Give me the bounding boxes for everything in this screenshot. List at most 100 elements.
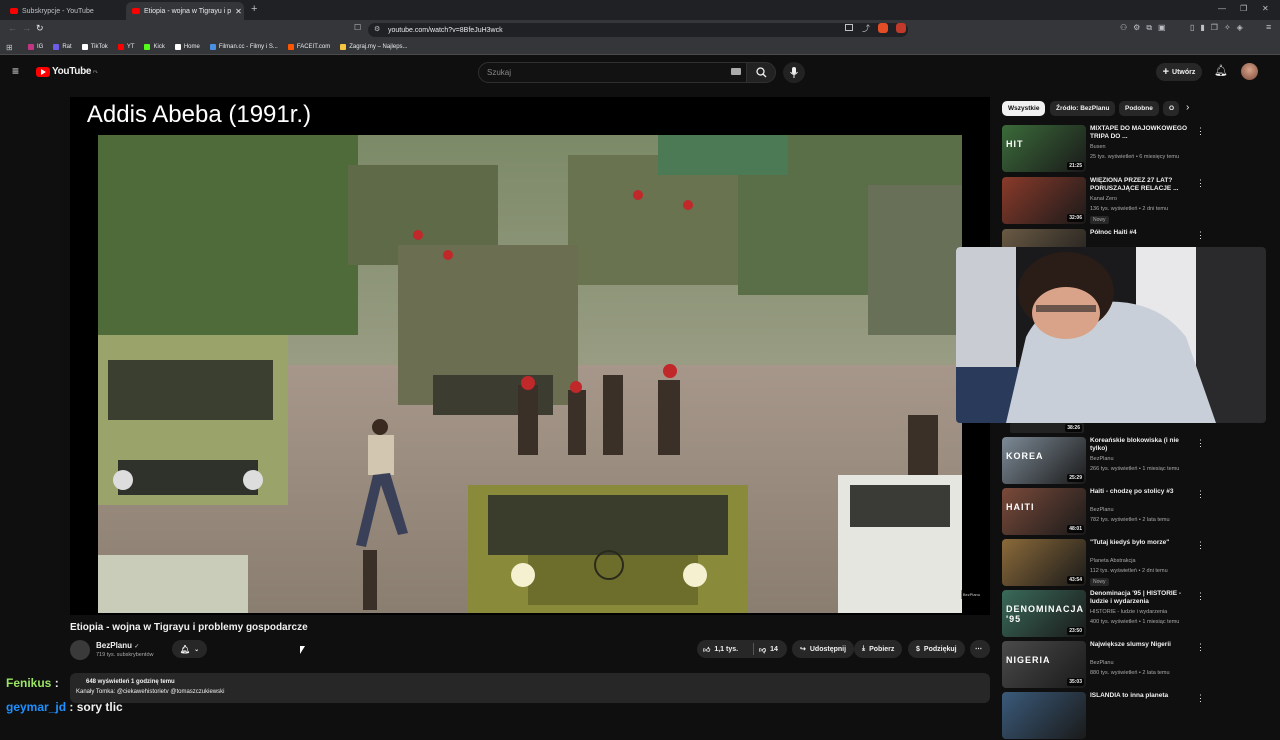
search-icon [755, 67, 766, 78]
chevron-right-icon[interactable]: › [1186, 102, 1189, 113]
bookmark-filman[interactable]: Filman.cc - Filmy i S... [209, 44, 278, 50]
recommendation-title[interactable]: Denominacja '95 | HISTORIE - ludzie i wy… [1090, 590, 1195, 606]
recommendation-channel[interactable]: BezPlanu [1090, 507, 1114, 513]
search-input[interactable]: Szukaj [478, 62, 774, 83]
reload-icon[interactable]: ↻ [36, 23, 44, 34]
youtube-logo[interactable]: YouTube PL [36, 66, 98, 77]
recommendation-title[interactable]: Największe slumsy Nigerii [1090, 641, 1195, 649]
close-tab-icon[interactable]: ✕ [235, 7, 242, 16]
restore-icon[interactable]: ❐ [1240, 4, 1247, 13]
thumbnail-text: NIGERIA [1006, 655, 1051, 665]
recommendation-thumbnail[interactable]: HAITI 48:01 [1002, 488, 1086, 535]
more-vertical-icon[interactable]: ⋮ [1196, 539, 1205, 551]
minimize-icon[interactable]: — [1218, 4, 1226, 13]
create-button[interactable]: + Utwórz [1156, 63, 1202, 81]
dislike-button[interactable]: 👎︎ 14 [755, 640, 787, 658]
recommendation-channel[interactable]: HISTORIE - ludzie i wydarzenia [1090, 609, 1167, 615]
bookmark-yt[interactable]: YT [117, 44, 134, 50]
recommendation-channel[interactable]: Planeta Abstrakcja [1090, 558, 1136, 564]
recommendation-item[interactable]: DENOMINACJA '95 23:50 Denominacja '95 | HI… [1002, 590, 1212, 638]
tab-subscriptions[interactable]: Subskrypcje - YouTube [4, 2, 122, 20]
recommendation-meta: 25 tys. wyświetleń • 6 miesięcy temu [1090, 154, 1180, 160]
more-vertical-icon[interactable]: ⋮ [1196, 692, 1205, 704]
channel-name[interactable]: BezPlanu ✓ [96, 641, 139, 650]
notifications-bell-icon[interactable]: 🔔︎ [1214, 64, 1228, 77]
recommendation-thumbnail[interactable]: 32:06 [1002, 177, 1086, 224]
bookmark-kick[interactable]: Kick [144, 44, 165, 50]
thanks-button[interactable]: $ Podziękuj [908, 640, 965, 658]
search-button[interactable] [746, 62, 776, 83]
bookmark-zagraj[interactable]: Zagraj.my – Najleps... [340, 44, 408, 50]
back-icon[interactable]: ← [8, 23, 17, 33]
recommendation-thumbnail[interactable]: DENOMINACJA '95 23:50 [1002, 590, 1086, 637]
menu-icon[interactable]: ≡ [1266, 22, 1271, 32]
download-button[interactable]: ⤓ Pobierz [854, 640, 903, 658]
channel-avatar[interactable] [70, 640, 90, 660]
recommendation-item[interactable]: ISLANDIA to inna planeta ⋮ [1002, 692, 1212, 740]
chip-similar[interactable]: Podobne [1119, 101, 1159, 116]
hamburger-menu-icon[interactable]: ≡ [12, 64, 19, 78]
recommendation-item[interactable]: HIT 21:25 MIXTAPE DO MAJÓWKOWEGO TRIPA DO … [1002, 125, 1212, 173]
bookmark-ig[interactable]: IG [28, 44, 43, 50]
recommendation-item[interactable]: 43:54 "Tutaj kiedyś było morze" Planeta Ab… [1002, 539, 1212, 587]
more-vertical-icon[interactable]: ⋮ [1196, 488, 1205, 500]
forward-icon[interactable]: → [22, 23, 31, 33]
cast-icon[interactable] [845, 24, 853, 31]
recommendation-item[interactable]: HAITI 48:01 Haiti - chodzę po stolicy #3 Be… [1002, 488, 1212, 536]
like-button[interactable]: 👍︎ 1,1 tys. [697, 640, 753, 658]
recommendation-thumbnail[interactable]: HIT 21:25 [1002, 125, 1086, 172]
share-page-icon[interactable]: ⤴ [862, 23, 870, 34]
recommendation-title[interactable]: WIĘZIONA PRZEZ 27 LAT? PORUSZAJĄCE RELAC… [1090, 177, 1195, 193]
recommendation-item[interactable]: KOREA 25:29 Koreańskie blokowiska (i nie t… [1002, 437, 1212, 485]
chip-more[interactable]: O [1163, 101, 1179, 116]
chip-source[interactable]: Źródło: BezPlanu [1050, 101, 1116, 116]
recommendation-thumbnail[interactable]: 43:54 [1002, 539, 1086, 586]
recommendation-channel[interactable]: BezPlanu [1090, 660, 1114, 666]
bookmark-rat[interactable]: Rat [53, 44, 72, 50]
recommendation-item[interactable]: 32:06 WIĘZIONA PRZEZ 27 LAT? PORUSZAJĄCE … [1002, 177, 1212, 225]
bookmark-faceit[interactable]: FACEIT.com [287, 44, 330, 50]
recommendation-channel[interactable]: Kanał Zero [1090, 196, 1117, 202]
more-vertical-icon[interactable]: ⋮ [1196, 125, 1205, 137]
apps-grid-icon[interactable]: ⊞ [6, 43, 13, 52]
bookmark-tiktok[interactable]: TikTok [81, 44, 108, 50]
recommendation-item[interactable]: NIGERIA 35:03 Największe slumsy Nigerii Bez… [1002, 641, 1212, 689]
toolbar-icons[interactable]: ▯▮❐✧◈ [1190, 23, 1249, 32]
new-tab-icon[interactable]: + [251, 3, 257, 15]
recommendation-channel[interactable]: BezPlanu [1090, 456, 1114, 462]
extensions-icon[interactable]: ⚇⚙⧉▣ [1120, 23, 1172, 33]
notifications-subscribe-button[interactable]: 🔔︎ ⌄ [172, 640, 208, 658]
recommendation-title[interactable]: Koreańskie blokowiska (i nie tylko) [1090, 437, 1195, 453]
bookmark-star-icon[interactable]: ☐ [354, 23, 361, 32]
description-box[interactable]: 648 wyświetleń 1 godzinę temu Kanały Tom… [70, 673, 990, 703]
recommendation-title[interactable]: "Tutaj kiedyś było morze" [1090, 539, 1195, 547]
chat-username: Fenikus [6, 676, 52, 690]
close-window-icon[interactable]: ✕ [1262, 4, 1269, 13]
recommendation-thumbnail[interactable] [1002, 692, 1086, 739]
recommendation-title[interactable]: Haiti - chodzę po stolicy #3 [1090, 488, 1195, 496]
site-info-icon[interactable]: ⚙ [374, 25, 380, 33]
avatar[interactable] [1241, 63, 1258, 80]
recommendation-title[interactable]: MIXTAPE DO MAJÓWKOWEGO TRIPA DO ... [1090, 125, 1195, 141]
more-vertical-icon[interactable]: ⋮ [1196, 437, 1205, 449]
rewards-icon[interactable] [896, 23, 906, 33]
recommendation-title[interactable]: ISLANDIA to inna planeta [1090, 692, 1195, 700]
bookmark-home[interactable]: Home [174, 44, 200, 50]
recommendation-thumbnail[interactable]: KOREA 25:29 [1002, 437, 1086, 484]
share-button[interactable]: ↪ Udostępnij [792, 640, 855, 658]
recommendation-title[interactable]: Północ Haiti #4 [1090, 229, 1195, 237]
more-actions-button[interactable]: ⋯ [970, 640, 990, 658]
recommendation-thumbnail[interactable]: NIGERIA 35:03 [1002, 641, 1086, 688]
brave-shield-icon[interactable] [878, 23, 888, 33]
address-bar[interactable]: ⚙ youtube.com/watch?v=8BfeJuH3wck [368, 23, 908, 37]
more-vertical-icon[interactable]: ⋮ [1196, 229, 1205, 241]
chip-all[interactable]: Wszystkie [1002, 101, 1046, 116]
video-player[interactable]: Addis Abeba (1991r.) BezPlanu [70, 97, 990, 615]
more-vertical-icon[interactable]: ⋮ [1196, 641, 1205, 653]
recommendation-channel[interactable]: Busen [1090, 144, 1106, 150]
keyboard-icon[interactable] [731, 68, 741, 75]
voice-search-button[interactable] [783, 62, 805, 83]
tab-current-video[interactable]: Etiopia - wojna w Tigrayu i p ✕ [126, 2, 244, 20]
more-vertical-icon[interactable]: ⋮ [1196, 177, 1205, 189]
more-vertical-icon[interactable]: ⋮ [1196, 590, 1205, 602]
